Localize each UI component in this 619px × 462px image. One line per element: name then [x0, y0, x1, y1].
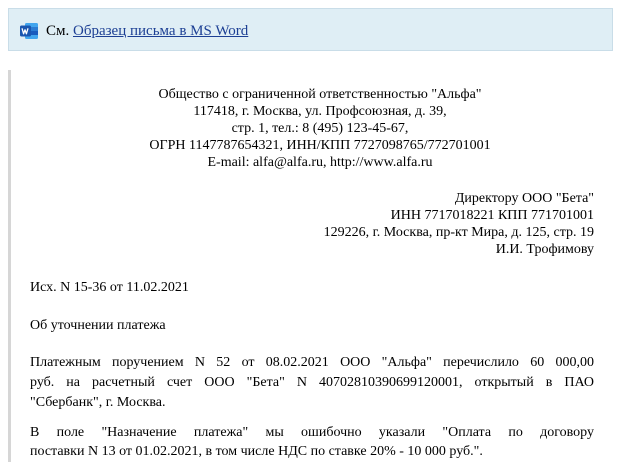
sender-address: 117418, г. Москва, ул. Профсоюзная, д. 3…	[193, 104, 447, 119]
sender-registration: ОГРН 1147787654321, ИНН/КПП 7727098765/7…	[149, 138, 491, 153]
paragraph-2-line-2: поставки N 13 от 01.02.2021, в том числе…	[30, 444, 483, 459]
paragraph-1-line-1: Платежным поручением N 52 от 08.02.2021 …	[30, 355, 594, 370]
recipient-position: Директору ООО "Бета"	[454, 191, 594, 206]
recipient-address: 129226, г. Москва, пр-кт Мира, д. 125, с…	[323, 225, 594, 240]
recipient-tax-ids: ИНН 7717018221 КПП 771701001	[390, 208, 594, 223]
paragraph-1-line-2: руб. на расчетный счет ООО "Бета" N 4070…	[30, 375, 594, 390]
paragraph-1-line-3: "Сбербанк", г. Москва.	[30, 395, 166, 410]
outgoing-reference: Исх. N 15-36 от 11.02.2021	[30, 280, 189, 295]
letter-document: Общество с ограниченной ответственностью…	[0, 0, 619, 462]
sender-address-phone: стр. 1, тел.: 8 (495) 123-45-67,	[231, 121, 409, 136]
sender-name: Общество с ограниченной ответственностью…	[158, 87, 482, 102]
sender-contacts: E-mail: alfa@alfa.ru, http://www.alfa.ru	[207, 155, 433, 170]
paragraph-2-line-1: В поле "Назначение платежа" мы ошибочно …	[30, 425, 594, 440]
letter-subject: Об уточнении платежа	[30, 318, 166, 333]
recipient-name: И.И. Трофимову	[495, 242, 594, 257]
